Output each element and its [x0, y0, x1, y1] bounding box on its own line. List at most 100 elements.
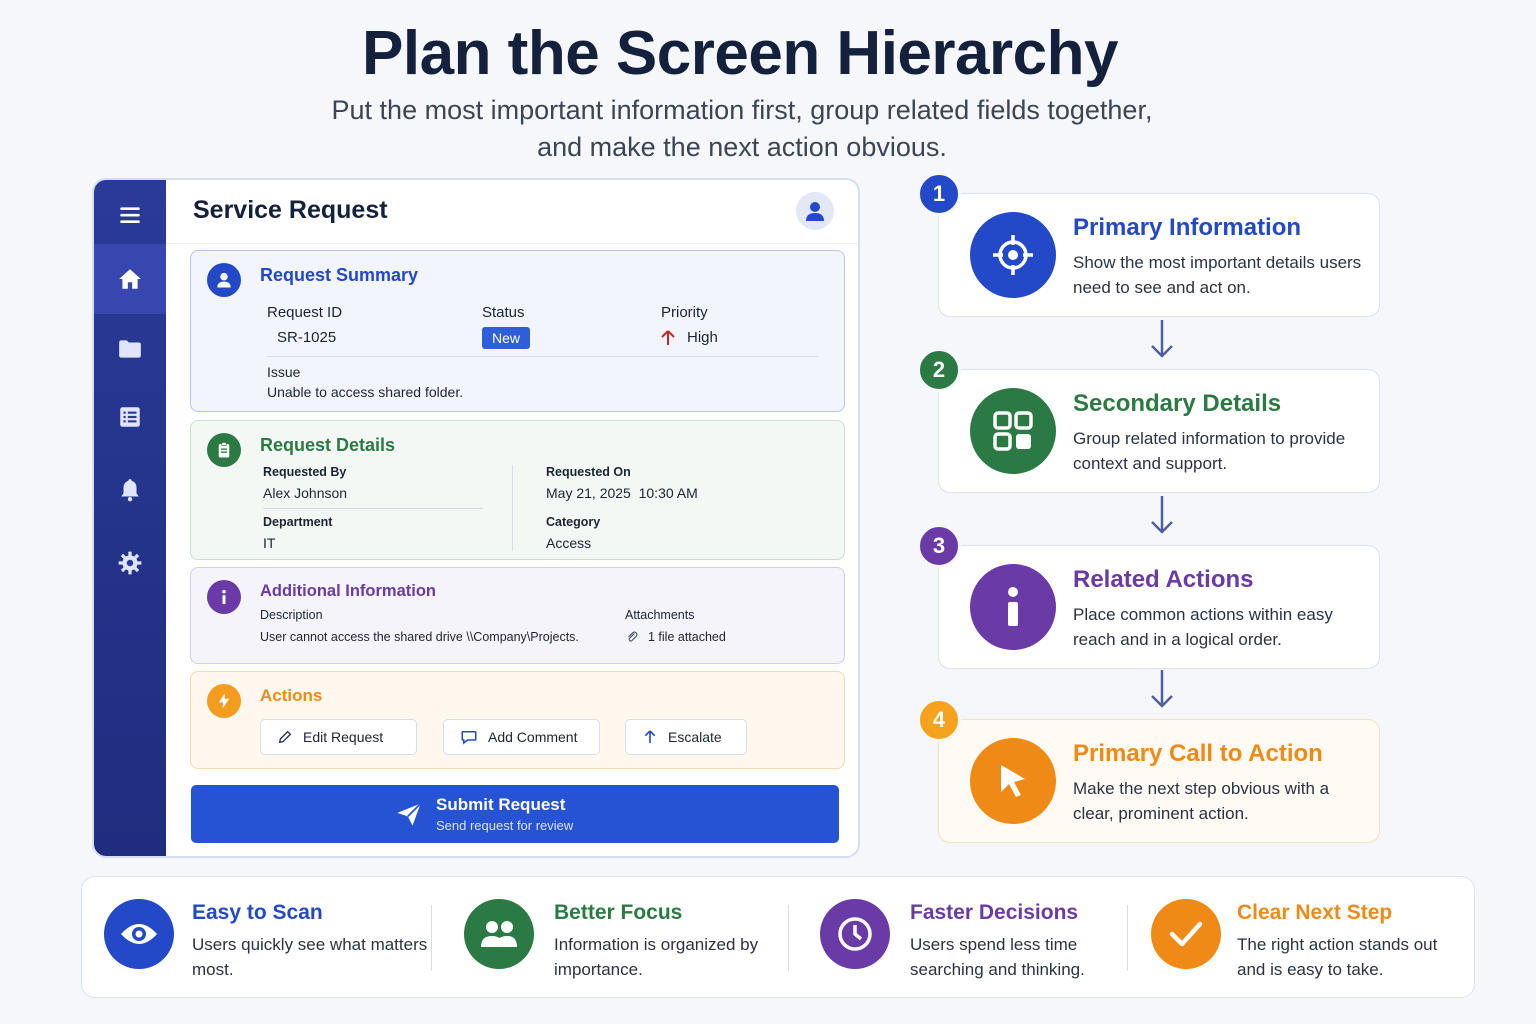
divider [1127, 905, 1128, 971]
requested-on-label: Requested On [546, 465, 631, 479]
users-icon [464, 899, 534, 969]
step-number: 4 [917, 698, 961, 742]
submit-request-button[interactable]: Submit Request Send request for review [191, 785, 839, 843]
user-icon [806, 202, 824, 221]
pencil-icon [278, 730, 292, 744]
step-title: Primary Call to Action [1073, 740, 1323, 767]
escalate-label: Escalate [668, 729, 722, 745]
issue-label: Issue [267, 364, 301, 380]
benefit-clear-next-step: Clear Next Step The right action stands … [1137, 877, 1474, 997]
step-title: Related Actions [1073, 566, 1254, 593]
attachments-label: Attachments [625, 608, 695, 622]
benefit-title: Better Focus [554, 901, 683, 924]
app-title: Service Request [193, 196, 388, 224]
request-details-title: Request Details [260, 435, 396, 455]
benefit-title: Easy to Scan [192, 901, 323, 924]
edit-request-label: Edit Request [303, 729, 384, 745]
additional-info-title: Additional Information [260, 582, 436, 600]
edit-request-button[interactable]: Edit Request [260, 719, 417, 755]
benefit-title: Faster Decisions [910, 901, 1079, 924]
step-title: Primary Information [1073, 214, 1302, 241]
submit-request-label: Submit Request [436, 795, 566, 814]
avatar[interactable] [796, 192, 834, 230]
request-details-card: Request Details Requested By Alex Johnso… [190, 420, 845, 560]
page-subtitle: Put the most important information first… [0, 92, 1484, 166]
step-number: 3 [917, 524, 961, 568]
step-description: Show the most important details users ne… [1073, 253, 1362, 297]
requested-on-value: May 21, 2025 10:30 AM [546, 485, 698, 501]
benefit-title: Clear Next Step [1237, 901, 1393, 924]
step-related-actions: 3 Related Actions Place common actions w… [917, 524, 1380, 669]
actions-card: Actions Edit Request Add Comment Escalat… [190, 671, 845, 769]
menu-button[interactable] [94, 180, 166, 250]
request-id-label: Request ID [267, 304, 343, 321]
folder-icon [119, 340, 141, 358]
clock-icon [820, 899, 890, 969]
sidebar-item-home[interactable] [94, 244, 166, 314]
arrow-down-icon [1151, 670, 1173, 708]
eye-icon [104, 899, 174, 969]
clipboard-icon [207, 433, 241, 467]
step-title: Secondary Details [1073, 390, 1282, 417]
sidebar [94, 180, 166, 856]
escalate-button[interactable]: Escalate [625, 719, 747, 755]
priority-value: High [687, 329, 718, 346]
benefits-panel: Easy to Scan Users quickly see what matt… [81, 876, 1475, 998]
benefit-description: The right action stands out and is easy … [1237, 935, 1438, 979]
lightning-icon [207, 684, 241, 718]
subtitle-line-2: and make the next action obvious. [537, 132, 947, 162]
divider [788, 905, 789, 971]
sidebar-item-notifications[interactable] [94, 455, 166, 525]
divider [267, 356, 819, 357]
sidebar-item-list[interactable] [94, 382, 166, 452]
checkmark-icon [1151, 899, 1221, 969]
sidebar-item-folders[interactable] [94, 314, 166, 384]
arrow-up-icon [661, 330, 675, 345]
description-label: Description [260, 608, 323, 622]
actions-title: Actions [260, 686, 323, 705]
step-description: Place common actions within easy reach a… [1073, 605, 1333, 649]
benefit-better-focus: Better Focus Information is organized by… [442, 877, 792, 997]
attachments-value[interactable]: 1 file attached [648, 630, 726, 644]
arrow-down-icon [1151, 320, 1173, 358]
add-comment-button[interactable]: Add Comment [443, 719, 600, 755]
step-secondary-details: 2 Secondary Details Group related inform… [917, 348, 1380, 493]
description-value: User cannot access the shared drive \\Co… [260, 630, 579, 644]
requested-by-label: Requested By [263, 465, 347, 479]
app-header: Service Request [166, 180, 858, 244]
status-label: Status [482, 304, 525, 321]
divider [431, 905, 432, 971]
category-value: Access [546, 535, 592, 551]
divider [512, 465, 513, 551]
request-summary-card: Request Summary Request ID SR-1025 Statu… [190, 250, 845, 412]
arrow-up-icon [644, 730, 656, 743]
category-label: Category [546, 515, 601, 529]
add-comment-label: Add Comment [488, 729, 578, 745]
comment-icon [461, 731, 477, 745]
app-window: Service Request Request Summary Request … [92, 178, 860, 858]
list-icon [120, 407, 140, 427]
benefit-description: Users spend less time searching and thin… [910, 935, 1085, 979]
paperclip-icon [628, 631, 638, 642]
requested-by-value: Alex Johnson [263, 485, 348, 501]
step-number: 2 [917, 348, 961, 392]
benefit-faster-decisions: Faster Decisions Users spend less time s… [799, 877, 1139, 997]
benefit-description: Information is organized by importance. [554, 935, 759, 979]
step-primary-information: 1 Primary Information Show the most impo… [917, 172, 1380, 317]
sidebar-item-settings[interactable] [94, 528, 166, 598]
subtitle-line-1: Put the most important information first… [331, 95, 1153, 125]
submit-request-sublabel: Send request for review [436, 818, 574, 833]
additional-info-card: Additional Information Description User … [190, 567, 845, 664]
home-icon [119, 269, 141, 289]
issue-value: Unable to access shared folder. [267, 384, 464, 400]
status-badge: New [482, 327, 530, 349]
grid-icon [970, 388, 1056, 474]
menu-icon [120, 207, 140, 224]
arrow-down-icon [1151, 496, 1173, 534]
step-description: Group related information to provide con… [1073, 429, 1346, 473]
info-icon [970, 564, 1056, 650]
gear-icon [118, 551, 142, 575]
page-title: Plan the Screen Hierarchy [362, 19, 1118, 88]
request-id-value: SR-1025 [277, 329, 337, 346]
department-value: IT [263, 535, 276, 551]
